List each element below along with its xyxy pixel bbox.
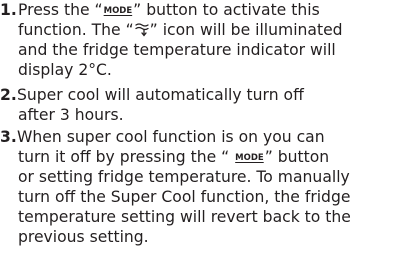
step-3-line-5: temperature setting will revert back to … [18, 208, 351, 226]
step-1-line-2: function. The “ ” icon will be illuminat… [18, 21, 343, 39]
step-3-line-1: When super cool function is on you can [17, 128, 325, 146]
step-3-line-4: turn off the Super Cool function, the fr… [18, 188, 351, 206]
step-number: 2. [0, 86, 17, 104]
step-number: 1. [0, 1, 17, 19]
step-1-line-3: and the fridge temperature indicator wil… [18, 41, 336, 59]
step-1-line-1: Press the “MODE” button to activate this [18, 1, 320, 19]
mode-button-label: MODE [235, 153, 264, 163]
step-3-line-3: or setting fridge temperature. To manual… [18, 168, 350, 186]
step-3-line-6: previous setting. [18, 228, 149, 246]
step-number: 3. [0, 128, 17, 146]
step-1-line-4: display 2°C. [18, 61, 112, 79]
super-cool-icon [134, 21, 150, 37]
instructions-list: 1. Press the “MODE” button to activate t… [0, 0, 420, 272]
mode-button-label: MODE [103, 6, 133, 16]
step-3-line-2: turn it off by pressing the “ MODE” butt… [18, 148, 330, 166]
step-2-line-1: Super cool will automatically turn off [17, 86, 304, 104]
step-2-line-2: after 3 hours. [18, 106, 124, 124]
